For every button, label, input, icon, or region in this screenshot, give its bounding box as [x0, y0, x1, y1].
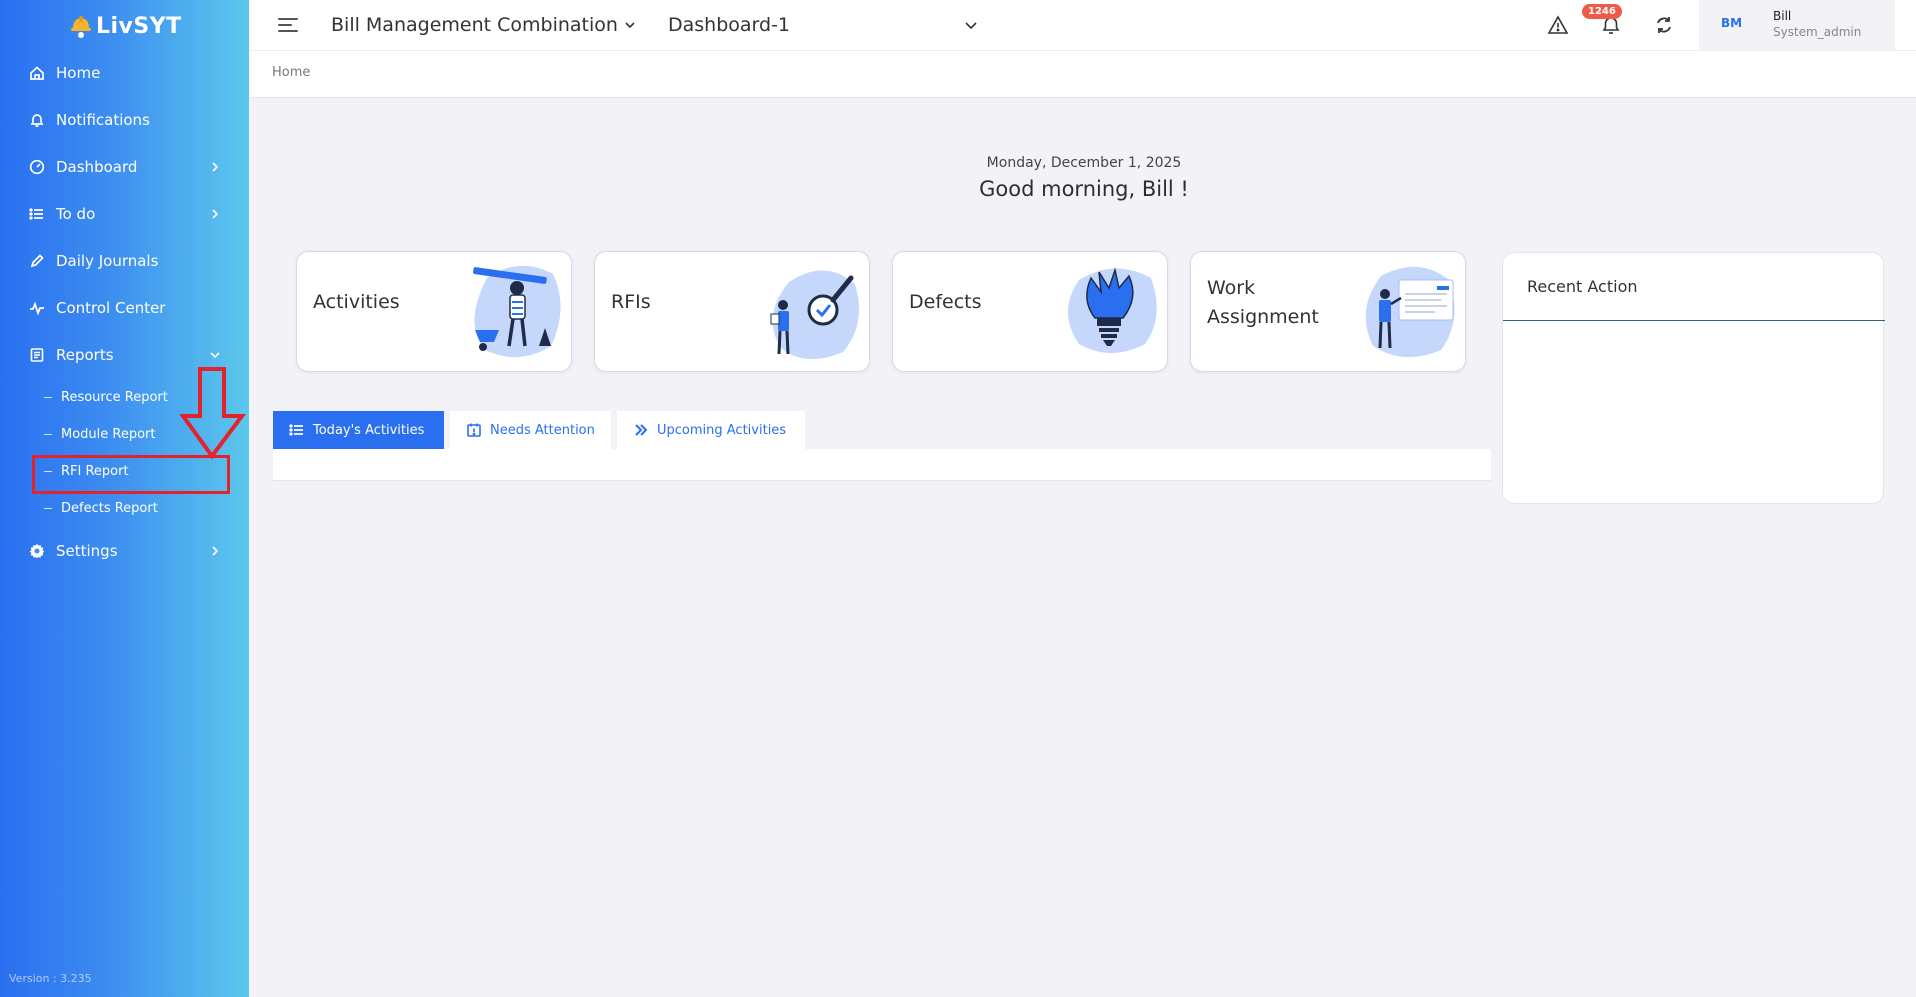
- chevron-down-icon: [210, 352, 220, 359]
- sidebar-item-label: Dashboard: [56, 158, 138, 176]
- divider: [1503, 320, 1885, 321]
- double-chevron-right-icon: [635, 424, 648, 436]
- breadcrumb: Home: [249, 51, 1916, 98]
- app-version: Version : 3.235: [9, 972, 92, 985]
- bullet-dash: [44, 433, 52, 435]
- calendar-alert-icon: [467, 423, 481, 437]
- report-icon: [28, 346, 46, 364]
- sidebar-item-dashboard[interactable]: Dashboard: [0, 147, 249, 187]
- recent-action-panel: Recent Action: [1502, 252, 1885, 504]
- card-work-assignment[interactable]: Work Assignment: [1190, 251, 1466, 372]
- tab-content-panel: [273, 449, 1491, 481]
- tab-todays-activities[interactable]: Today's Activities: [273, 411, 444, 449]
- user-profile[interactable]: BM Bill System_admin: [1699, 0, 1895, 50]
- sidebar-subitem-label: Defects Report: [61, 500, 158, 516]
- breadcrumb-home[interactable]: Home: [272, 65, 310, 80]
- sidebar-subitem-defects-report[interactable]: Defects Report: [44, 493, 158, 523]
- warning-icon[interactable]: [1547, 14, 1569, 36]
- construction-worker-illustration: [473, 265, 561, 358]
- hamburger-menu-icon[interactable]: [277, 14, 299, 36]
- gear-icon: [28, 542, 46, 560]
- bullet-dash: [44, 507, 52, 509]
- tab-label: Upcoming Activities: [657, 422, 787, 438]
- bullet-dash: [44, 396, 52, 398]
- card-title: RFIs: [611, 291, 651, 313]
- chevron-right-icon: [212, 209, 219, 219]
- card-rfis[interactable]: RFIs: [594, 251, 870, 372]
- presentation-board-illustration: [1365, 266, 1455, 358]
- sidebar-item-settings[interactable]: Settings: [0, 531, 249, 571]
- current-date: Monday, December 1, 2025: [986, 155, 1182, 171]
- sidebar-subitem-resource-report[interactable]: Resource Report: [44, 382, 168, 412]
- project-selector[interactable]: Bill Management Combination: [331, 10, 638, 40]
- home-icon: [28, 64, 46, 82]
- tab-label: Today's Activities: [313, 422, 425, 438]
- avatar: BM: [1721, 16, 1743, 30]
- card-activities[interactable]: Activities: [296, 251, 572, 372]
- broken-lightbulb-illustration: [1068, 267, 1157, 353]
- project-name: Bill Management Combination: [331, 14, 618, 36]
- gauge-icon: [28, 158, 46, 176]
- recent-action-title: Recent Action: [1527, 277, 1638, 296]
- magnifier-inspector-illustration: [770, 270, 859, 360]
- sidebar-subitem-label: Module Report: [61, 426, 156, 442]
- app-name: LivSYT: [96, 13, 182, 39]
- card-title: Defects: [909, 291, 982, 313]
- sidebar-subitem-module-report[interactable]: Module Report: [44, 419, 156, 449]
- sidebar: LivSYT Home Notifications Dashboard To d…: [0, 0, 249, 997]
- sidebar-item-label: Home: [56, 64, 101, 82]
- chevron-down-icon[interactable]: [962, 16, 980, 34]
- sidebar-item-control-center[interactable]: Control Center: [0, 288, 249, 328]
- refresh-icon[interactable]: [1653, 14, 1675, 36]
- sidebar-item-label: Control Center: [56, 299, 166, 317]
- sidebar-item-daily-journals[interactable]: Daily Journals: [0, 241, 249, 281]
- pulse-icon: [28, 299, 46, 317]
- chevron-right-icon: [212, 546, 219, 556]
- arrow-down-annotation: [180, 367, 246, 460]
- tab-needs-attention[interactable]: Needs Attention: [450, 411, 611, 449]
- tab-label: Needs Attention: [490, 422, 595, 438]
- user-role: System_admin: [1773, 25, 1862, 39]
- card-title: Work Assignment: [1207, 277, 1319, 328]
- chevron-right-icon: [212, 162, 219, 172]
- app-logo[interactable]: LivSYT: [70, 10, 182, 42]
- top-header: Bill Management Combination Dashboard-1 …: [249, 0, 1916, 51]
- list-icon: [28, 205, 46, 223]
- dashboard-selector[interactable]: Dashboard-1: [668, 10, 790, 40]
- greeting-message: Good morning, Bill !: [979, 177, 1189, 201]
- tab-upcoming-activities[interactable]: Upcoming Activities: [617, 411, 805, 449]
- sidebar-item-label: Settings: [56, 542, 118, 560]
- notification-badge: 1246: [1582, 4, 1622, 19]
- pencil-icon: [28, 252, 46, 270]
- sidebar-item-todo[interactable]: To do: [0, 194, 249, 234]
- card-title: Activities: [313, 291, 400, 313]
- chevron-down-icon: [625, 22, 635, 29]
- sidebar-item-notifications[interactable]: Notifications: [0, 100, 249, 140]
- sidebar-item-label: Reports: [56, 346, 114, 364]
- sidebar-item-home[interactable]: Home: [0, 53, 249, 93]
- dashboard-name: Dashboard-1: [668, 14, 791, 36]
- sidebar-item-label: Daily Journals: [56, 252, 159, 270]
- bell-icon: [28, 111, 46, 129]
- sidebar-item-label: To do: [56, 205, 96, 223]
- highlight-box: [32, 455, 230, 494]
- sidebar-item-label: Notifications: [56, 111, 150, 129]
- sidebar-subitem-label: Resource Report: [61, 389, 168, 405]
- card-defects[interactable]: Defects: [892, 251, 1168, 372]
- user-name: Bill: [1773, 9, 1792, 23]
- hardhat-icon: [71, 16, 91, 38]
- list-icon: [289, 424, 303, 436]
